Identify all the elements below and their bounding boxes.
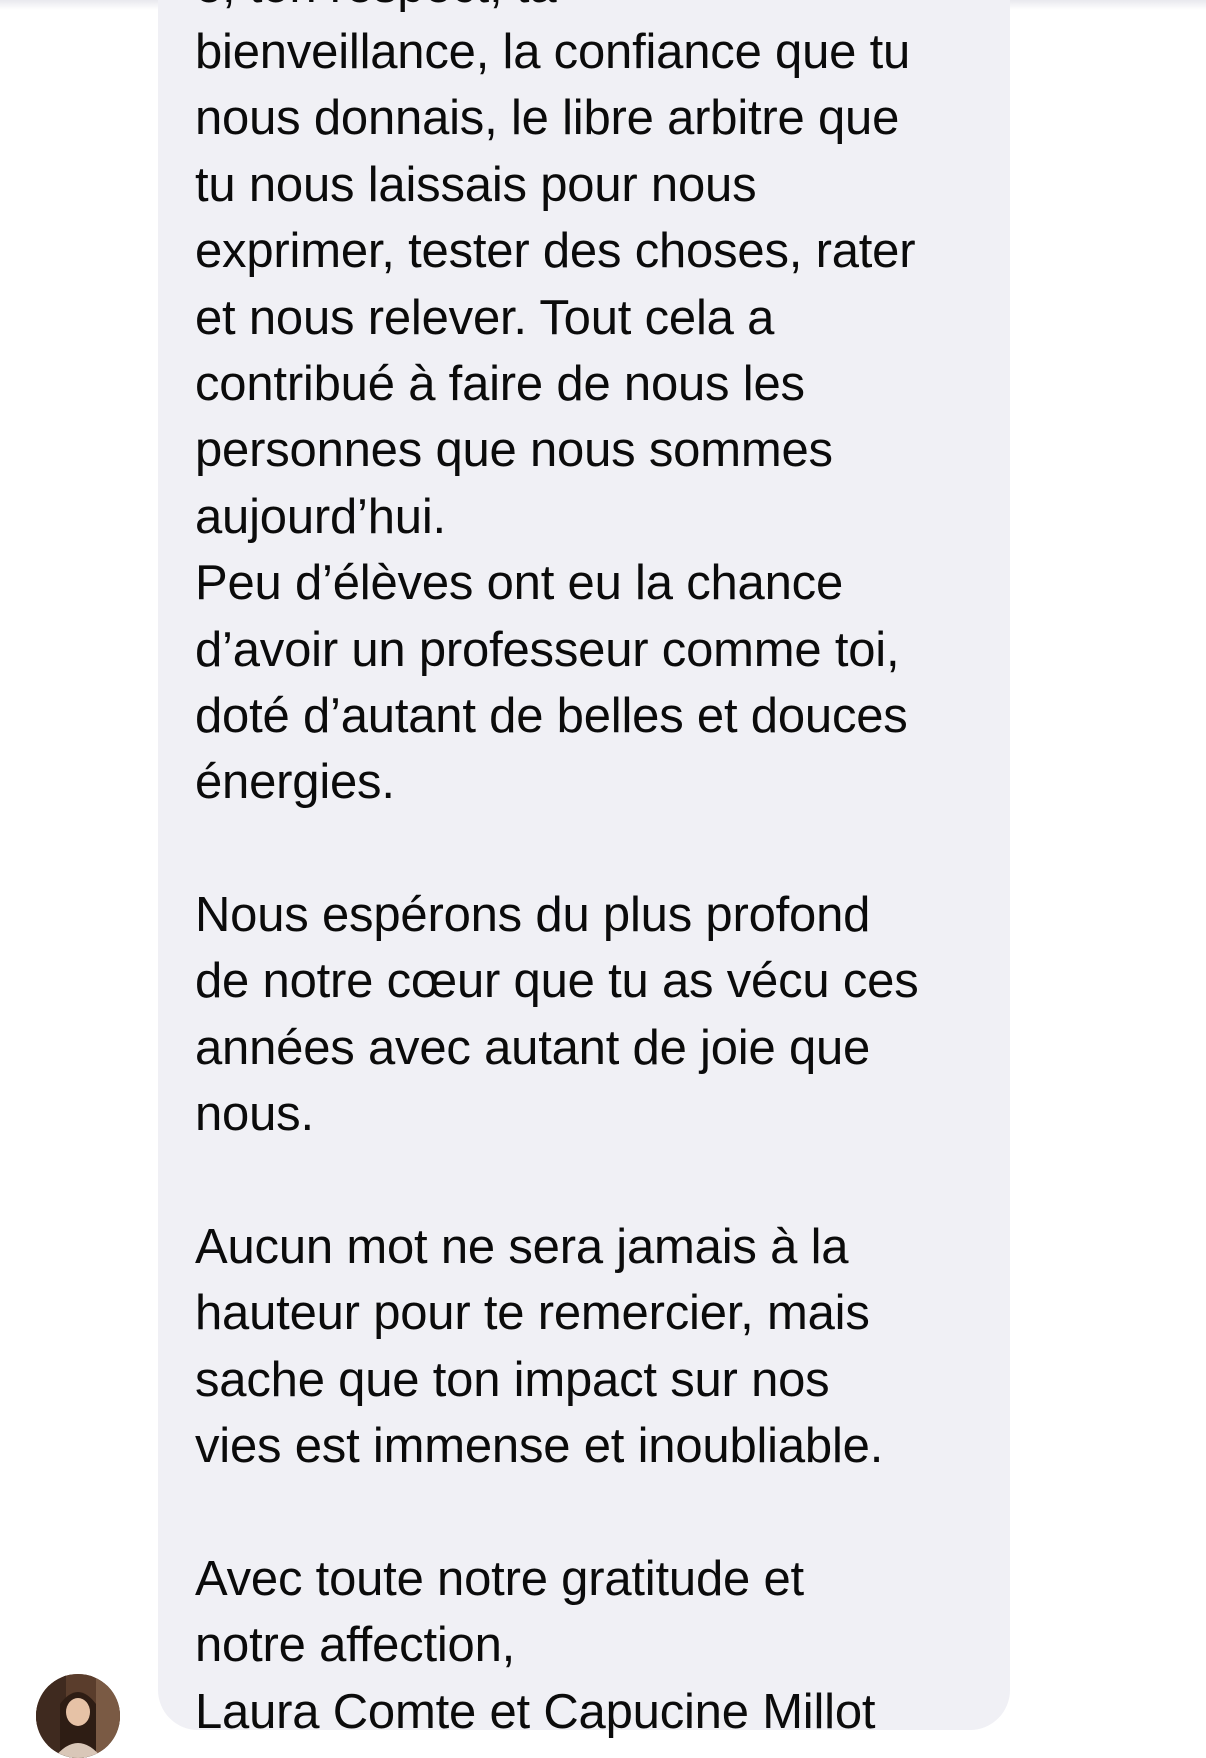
message-line-partial: e, ton respect, ta xyxy=(195,0,995,19)
message-line: Aucun mot ne sera jamais à la xyxy=(195,1220,849,1275)
message-line: notre affection, xyxy=(195,1618,516,1673)
message-line: années avec autant de joie que xyxy=(195,1020,871,1075)
message-line: Nous espérons du plus profond xyxy=(195,888,871,943)
message-line: doté d’autant de belles et douces xyxy=(195,688,908,743)
message-line: tu nous laissais pour nous xyxy=(195,157,757,212)
message-line: nous donnais, le libre arbitre que xyxy=(195,91,900,146)
message-line: énergies. xyxy=(195,755,395,810)
message-line: personnes que nous sommes xyxy=(195,423,833,478)
message-text: e, ton respect, ta bienveillance, la con… xyxy=(195,0,995,1745)
message-line: exprimer, tester des choses, rater xyxy=(195,224,916,279)
message-line: bienveillance, la confiance que tu xyxy=(195,25,911,79)
message-line: sache que ton impact sur nos xyxy=(195,1352,830,1407)
message-signature: Laura Comte et Capucine Millot xyxy=(195,1684,876,1739)
message-line: Avec toute notre gratitude et xyxy=(195,1551,804,1606)
message-line: Peu d’élèves ont eu la chance xyxy=(195,556,843,611)
sender-avatar[interactable] xyxy=(36,1674,120,1758)
message-line: vies est immense et inoubliable. xyxy=(195,1419,884,1474)
message-line: de notre cœur que tu as vécu ces xyxy=(195,954,919,1009)
message-line: hauteur pour te remercier, mais xyxy=(195,1286,870,1341)
message-line: nous. xyxy=(195,1087,314,1142)
message-line: et nous relever. Tout cela a xyxy=(195,290,775,345)
user-photo-avatar-icon xyxy=(36,1674,120,1758)
message-line: d’avoir un professeur comme toi, xyxy=(195,622,900,677)
message-line: contribué à faire de nous les xyxy=(195,356,805,411)
message-line: aujourd’hui. xyxy=(195,489,446,544)
